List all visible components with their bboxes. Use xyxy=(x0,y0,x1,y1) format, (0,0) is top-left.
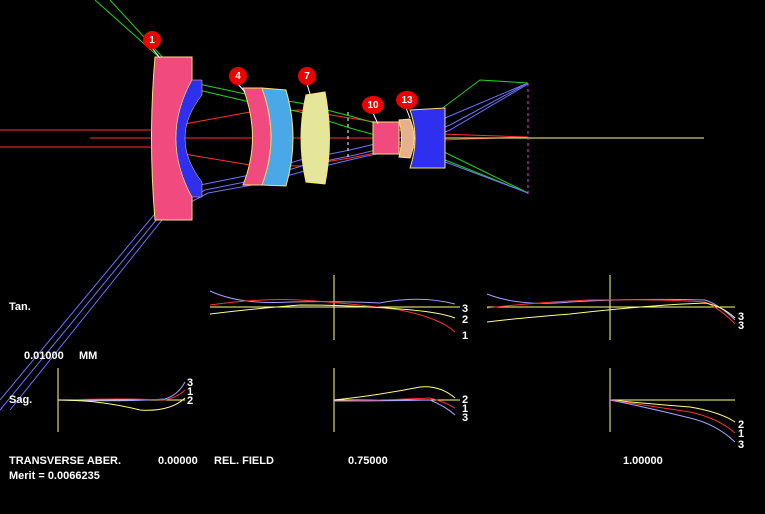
tan-plot-right xyxy=(486,275,736,340)
sag-plot-left xyxy=(57,368,186,432)
sag-plot-right xyxy=(609,368,736,443)
surface-tag-1: 1 xyxy=(143,31,161,49)
curve-label: 1 xyxy=(462,330,469,342)
lens-element-4 xyxy=(242,87,294,187)
lens-element-10 xyxy=(372,118,415,159)
lens-element-13 xyxy=(409,107,446,169)
field-mid-value: 0.75000 xyxy=(348,455,388,467)
tan-row-label: Tan. xyxy=(9,301,31,313)
rel-field-label: REL. FIELD xyxy=(214,455,274,467)
surface-tag-10: 10 xyxy=(362,96,384,114)
sag-row-label: Sag. xyxy=(9,394,33,406)
merit-value: Merit = 0.0066235 xyxy=(9,470,100,482)
field-full-value: 1.00000 xyxy=(623,455,663,467)
surface-tag-7: 7 xyxy=(298,67,316,85)
curve-label: 3 xyxy=(462,412,469,424)
surface-tag-4: 4 xyxy=(229,67,247,85)
transverse-aber-label: TRANSVERSE ABER. xyxy=(9,455,122,467)
curve-label: 3 xyxy=(738,320,745,332)
lens-element-7 xyxy=(300,91,330,185)
lens-layout-diagram xyxy=(0,0,736,443)
surface-tag-13: 13 xyxy=(396,91,418,109)
scale-value: 0.01000 xyxy=(24,350,64,362)
tan-plot-mid xyxy=(209,275,460,340)
field-zero-value: 0.00000 xyxy=(158,455,198,467)
curve-label: 2 xyxy=(462,314,469,326)
curve-label: 3 xyxy=(738,439,745,451)
curve-label: 2 xyxy=(187,395,194,407)
scale-unit: MM xyxy=(79,350,98,362)
sag-plot-mid xyxy=(333,368,460,432)
